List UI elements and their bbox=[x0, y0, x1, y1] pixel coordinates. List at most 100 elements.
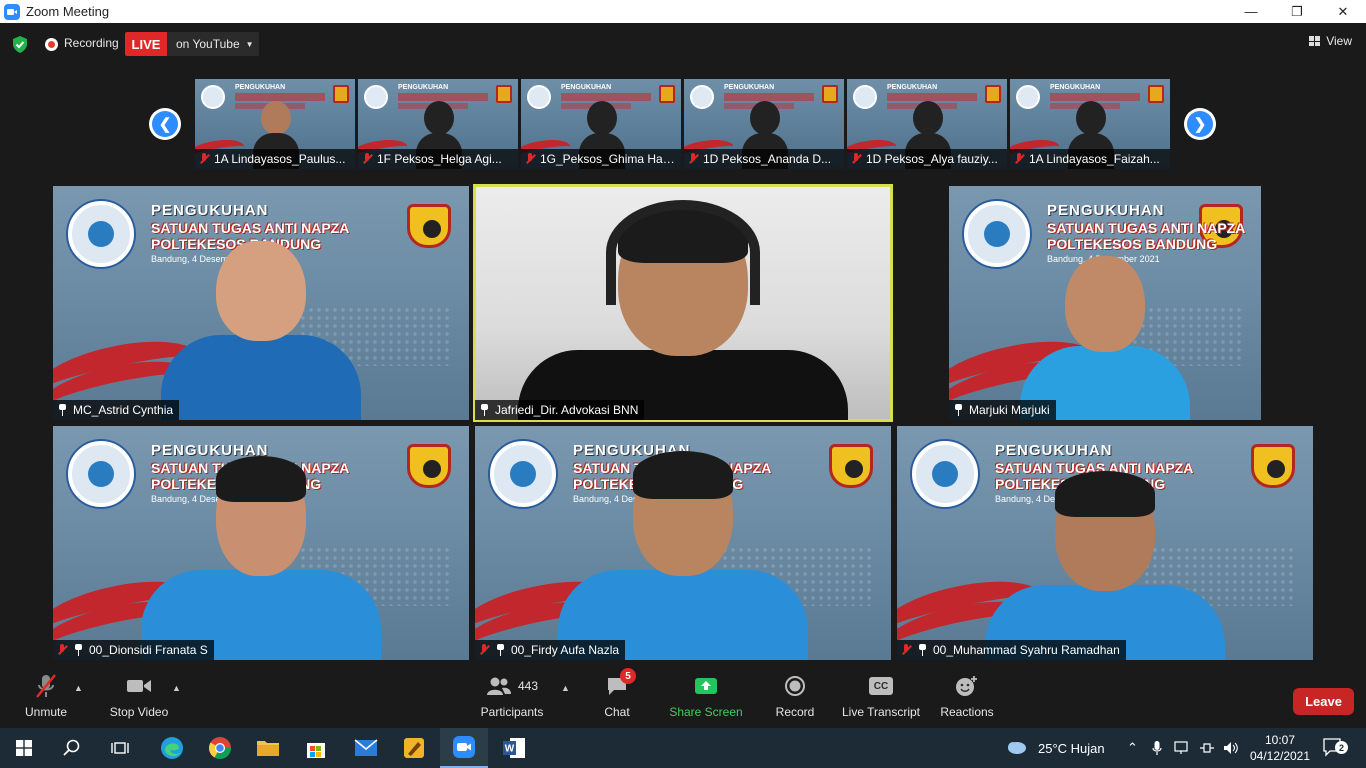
reactions-button[interactable]: Reactions bbox=[940, 671, 994, 719]
weather-widget[interactable]: 25°C Hujan bbox=[1006, 728, 1105, 768]
leave-meeting-button[interactable]: Leave bbox=[1293, 688, 1354, 715]
minimize-button[interactable]: — bbox=[1228, 0, 1274, 23]
live-stream-dropdown[interactable]: on YouTube ▼ bbox=[167, 32, 259, 56]
rain-cloud-icon bbox=[1008, 742, 1026, 754]
satgas-logo-icon bbox=[1148, 85, 1164, 103]
taskbar-app-pen[interactable] bbox=[390, 728, 438, 768]
muted-mic-icon bbox=[901, 644, 911, 656]
store-bag-icon bbox=[307, 743, 325, 758]
task-view-button[interactable] bbox=[96, 728, 144, 768]
taskbar-clock[interactable]: 10:07 04/12/2021 bbox=[1240, 732, 1320, 764]
participant-name-bar: 1G_Peksos_Ghima Hai... bbox=[521, 149, 681, 169]
windows-start-button[interactable] bbox=[0, 728, 48, 768]
gallery-thumbnail[interactable]: PENGUKUHAN 1G_Peksos_Ghima Hai... bbox=[521, 79, 681, 169]
close-button[interactable]: ✕ bbox=[1320, 0, 1366, 23]
participants-options-chevron-icon[interactable]: ▲ bbox=[561, 683, 570, 693]
campus-logo-icon bbox=[68, 441, 134, 507]
recording-indicator-icon bbox=[45, 38, 58, 51]
participant-name-bar: 1D Peksos_Alya fauziy... bbox=[847, 149, 1007, 169]
record-label: Record bbox=[775, 705, 815, 719]
gallery-thumbnail[interactable]: PENGUKUHAN 1D Peksos_Alya fauziy... bbox=[847, 79, 1007, 169]
muted-mic-icon bbox=[199, 153, 209, 165]
participant-name-bar: 1A Lindayasos_Paulus... bbox=[195, 149, 355, 169]
participant-video-tile[interactable]: PENGUKUHANSATUAN TUGAS ANTI NAPZAPOLTEKE… bbox=[897, 426, 1313, 660]
participant-name: 00_Muhammad Syahru Ramadhan bbox=[933, 643, 1120, 657]
taskbar-chrome[interactable] bbox=[196, 728, 244, 768]
taskbar-edge[interactable] bbox=[148, 728, 196, 768]
banner-line2: POLTEKESOS BANDUNG bbox=[1047, 236, 1218, 252]
gallery-thumbnail[interactable]: PENGUKUHAN 1A Lindayasos_Faizah... bbox=[1010, 79, 1170, 169]
participants-button[interactable]: 443 Participants bbox=[481, 671, 543, 719]
show-hidden-icons-button[interactable]: ⌃ bbox=[1127, 728, 1138, 768]
participant-name: 1F Peksos_Helga Agi... bbox=[377, 152, 502, 166]
chrome-browser-icon bbox=[209, 737, 231, 759]
satgas-logo-icon bbox=[1251, 444, 1295, 488]
microphone-tray-icon[interactable] bbox=[1152, 728, 1162, 768]
live-transcript-button[interactable]: CC Live Transcript bbox=[842, 671, 920, 719]
pin-icon bbox=[495, 644, 505, 656]
chat-button[interactable]: 5 Chat bbox=[601, 668, 636, 719]
participant-video-tile[interactable]: PENGUKUHANSATUAN TUGAS ANTI NAPZAPOLTEKE… bbox=[949, 186, 1261, 420]
security-shield-icon[interactable] bbox=[12, 36, 28, 53]
campus-logo-icon bbox=[912, 441, 978, 507]
clock-date: 04/12/2021 bbox=[1249, 749, 1311, 763]
share-screen-icon bbox=[695, 678, 717, 694]
network-icon[interactable] bbox=[1174, 728, 1192, 768]
stop-video-button[interactable]: Stop Video bbox=[108, 671, 170, 719]
maximize-button[interactable]: ❐ bbox=[1274, 0, 1320, 23]
grid-view-icon bbox=[1309, 36, 1321, 46]
stop-video-label: Stop Video bbox=[109, 705, 169, 719]
participant-name: MC_Astrid Cynthia bbox=[73, 403, 174, 417]
pin-icon bbox=[953, 404, 963, 416]
taskbar-microsoft-store[interactable] bbox=[292, 728, 340, 768]
taskbar-file-explorer[interactable] bbox=[244, 728, 292, 768]
participant-video-figure bbox=[985, 471, 1225, 660]
muted-mic-icon bbox=[525, 153, 535, 165]
view-button[interactable]: View bbox=[1309, 34, 1352, 48]
satgas-logo-icon bbox=[822, 85, 838, 103]
participant-video-tile[interactable]: PENGUKUHANSATUAN TUGAS ANTI NAPZAPOLTEKE… bbox=[475, 426, 891, 660]
windows-taskbar: W 25°C Hujan ⌃ 10:07 04/12/2021 2 bbox=[0, 728, 1366, 768]
gallery-thumbnail[interactable]: PENGUKUHAN 1A Lindayasos_Paulus... bbox=[195, 79, 355, 169]
participant-name-bar: 00_Firdy Aufa Nazla bbox=[475, 640, 626, 660]
gallery-next-button[interactable]: ❯ bbox=[1184, 108, 1216, 140]
muted-mic-icon bbox=[1014, 153, 1024, 165]
meeting-controls-toolbar: Unmute ▲ Stop Video ▲ 443 Participants ▲… bbox=[0, 668, 1366, 728]
window-title: Zoom Meeting bbox=[26, 4, 110, 19]
campus-logo-icon bbox=[853, 85, 877, 109]
zoom-app-icon bbox=[4, 3, 20, 20]
taskbar-mail[interactable] bbox=[342, 728, 390, 768]
volume-icon[interactable] bbox=[1222, 728, 1240, 768]
live-badge: LIVE bbox=[125, 32, 167, 56]
taskbar-zoom[interactable] bbox=[440, 728, 488, 768]
gallery-previous-button[interactable]: ❮ bbox=[149, 108, 181, 140]
audio-options-chevron-icon[interactable]: ▲ bbox=[74, 683, 83, 693]
satgas-logo-icon bbox=[407, 204, 451, 248]
share-screen-label: Share Screen bbox=[669, 705, 743, 719]
active-speaker-video-tile[interactable]: Jafriedi_Dir. Advokasi BNN bbox=[473, 184, 893, 422]
gallery-thumbnail[interactable]: PENGUKUHAN 1F Peksos_Helga Agi... bbox=[358, 79, 518, 169]
video-options-chevron-icon[interactable]: ▲ bbox=[172, 683, 181, 693]
participant-video-tile[interactable]: PENGUKUHANSATUAN TUGAS ANTI NAPZAPOLTEKE… bbox=[53, 426, 469, 660]
thumbnail-banner-title: PENGUKUHAN bbox=[561, 84, 612, 91]
chevron-up-icon: ⌃ bbox=[1127, 740, 1138, 755]
thumbnail-banner-title: PENGUKUHAN bbox=[1050, 84, 1101, 91]
share-screen-button[interactable]: Share Screen bbox=[669, 671, 743, 719]
unmute-button[interactable]: Unmute bbox=[24, 671, 68, 719]
recording-label[interactable]: Recording bbox=[64, 36, 119, 50]
chat-label: Chat bbox=[604, 705, 630, 719]
participant-video-tile[interactable]: PENGUKUHANSATUAN TUGAS ANTI NAPZAPOLTEKE… bbox=[53, 186, 469, 420]
pin-icon bbox=[73, 644, 83, 656]
satgas-logo-icon bbox=[659, 85, 675, 103]
satgas-logo-icon bbox=[496, 85, 512, 103]
taskbar-search-button[interactable] bbox=[48, 728, 96, 768]
action-center-button[interactable]: 2 bbox=[1322, 728, 1348, 768]
record-button[interactable]: Record bbox=[776, 671, 814, 719]
chat-unread-badge: 5 bbox=[620, 668, 636, 684]
campus-logo-icon bbox=[201, 85, 225, 109]
chevron-right-icon: ❯ bbox=[1187, 111, 1213, 137]
power-plug-icon[interactable] bbox=[1198, 728, 1216, 768]
thumbnail-banner-title: PENGUKUHAN bbox=[887, 84, 938, 91]
taskbar-word[interactable]: W bbox=[490, 728, 538, 768]
gallery-thumbnail[interactable]: PENGUKUHAN 1D Peksos_Ananda D... bbox=[684, 79, 844, 169]
